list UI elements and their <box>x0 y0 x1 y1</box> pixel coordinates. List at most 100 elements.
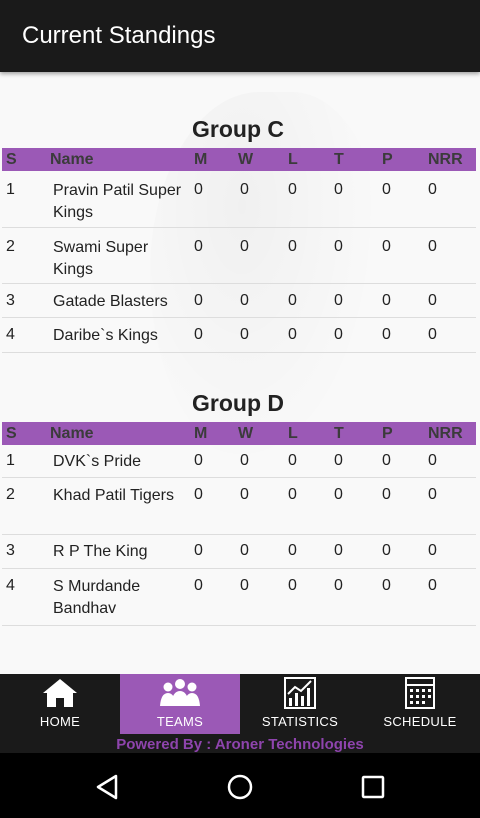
col-l: L <box>288 151 298 168</box>
group-title: Group D <box>192 390 284 416</box>
home-icon <box>43 679 77 707</box>
cell-nrr: 0 <box>428 577 437 594</box>
cell-w: 0 <box>240 452 249 469</box>
cell-t: 0 <box>334 577 343 594</box>
cell-m: 0 <box>194 181 203 198</box>
statistics-icon <box>284 677 316 709</box>
cell-l: 0 <box>288 577 297 594</box>
table-row[interactable]: 2 Khad Patil Tigers 0 0 0 0 0 0 <box>2 478 476 535</box>
cell-p: 0 <box>382 577 391 594</box>
table-row[interactable]: 4 Daribe`s Kings 0 0 0 0 0 0 <box>2 318 476 353</box>
col-nrr: NRR <box>428 151 463 168</box>
cell-nrr: 0 <box>428 542 437 559</box>
cell-w: 0 <box>240 181 249 198</box>
cell-m: 0 <box>194 577 203 594</box>
cell-w: 0 <box>240 577 249 594</box>
col-p: P <box>382 151 393 168</box>
cell-m: 0 <box>194 542 203 559</box>
cell-s: 2 <box>6 486 15 503</box>
tab-teams[interactable]: TEAMS <box>120 674 240 734</box>
cell-w: 0 <box>240 292 249 309</box>
col-p: P <box>382 425 393 442</box>
cell-nrr: 0 <box>428 238 437 255</box>
cell-l: 0 <box>288 181 297 198</box>
cell-nrr: 0 <box>428 326 437 343</box>
recents-icon[interactable] <box>353 767 393 807</box>
app-bar: Current Standings <box>0 0 480 72</box>
cell-name: DVK`s Pride <box>53 453 142 470</box>
col-w: W <box>238 151 254 168</box>
table-row[interactable]: 3 Gatade Blasters 0 0 0 0 0 0 <box>2 284 476 318</box>
table-row[interactable]: 1 Pravin Patil Super Kings 0 0 0 0 0 0 <box>2 171 476 228</box>
home-circle-icon[interactable] <box>220 767 260 807</box>
cell-m: 0 <box>194 292 203 309</box>
cell-p: 0 <box>382 292 391 309</box>
cell-name: Swami Super Kings <box>53 239 149 278</box>
cell-m: 0 <box>194 238 203 255</box>
cell-t: 0 <box>334 292 343 309</box>
back-icon[interactable] <box>87 767 127 807</box>
cell-m: 0 <box>194 326 203 343</box>
cell-p: 0 <box>382 326 391 343</box>
tab-teams-label: TEAMS <box>156 714 204 729</box>
tab-schedule-label: SCHEDULE <box>383 714 457 729</box>
cell-t: 0 <box>334 326 343 343</box>
cell-w: 0 <box>240 542 249 559</box>
cell-p: 0 <box>382 542 391 559</box>
group-title: Group C <box>192 116 284 142</box>
col-t: T <box>334 151 344 168</box>
cell-nrr: 0 <box>428 452 437 469</box>
cell-name: Gatade Blasters <box>53 293 168 310</box>
schedule-icon <box>405 677 435 709</box>
table-header: S Name M W L T P NRR <box>2 422 476 445</box>
col-s: S <box>6 151 17 168</box>
cell-l: 0 <box>288 542 297 559</box>
cell-nrr: 0 <box>428 486 437 503</box>
tab-schedule[interactable]: SCHEDULE <box>360 674 480 734</box>
cell-t: 0 <box>334 181 343 198</box>
system-nav-bar <box>0 753 480 818</box>
col-w: W <box>238 425 254 442</box>
tab-home-label: HOME <box>39 714 81 729</box>
table-row[interactable]: 1 DVK`s Pride 0 0 0 0 0 0 <box>2 445 476 478</box>
cell-p: 0 <box>382 452 391 469</box>
tab-home[interactable]: HOME <box>0 674 120 734</box>
cell-p: 0 <box>382 238 391 255</box>
page-title: Current Standings <box>22 22 216 49</box>
col-nrr: NRR <box>428 425 463 442</box>
col-name: Name <box>50 425 94 442</box>
tab-statistics[interactable]: STATISTICS <box>240 674 360 734</box>
tab-statistics-label: STATISTICS <box>261 714 339 729</box>
cell-s: 1 <box>6 181 15 198</box>
col-l: L <box>288 425 298 442</box>
cell-w: 0 <box>240 326 249 343</box>
cell-p: 0 <box>382 181 391 198</box>
cell-name: Daribe`s Kings <box>53 327 158 344</box>
table-row[interactable]: 4 S Murdande Bandhav 0 0 0 0 0 0 <box>2 569 476 626</box>
cell-name: S Murdande Bandhav <box>53 578 141 617</box>
col-t: T <box>334 425 344 442</box>
cell-w: 0 <box>240 238 249 255</box>
cell-s: 4 <box>6 577 15 594</box>
cell-l: 0 <box>288 486 297 503</box>
table-row[interactable]: 3 R P The King 0 0 0 0 0 0 <box>2 535 476 569</box>
standings-content[interactable]: Group C S Name M W L T P NRR 1 Pravin Pa… <box>0 72 480 674</box>
cell-s: 1 <box>6 452 15 469</box>
teams-icon <box>160 679 200 706</box>
cell-l: 0 <box>288 238 297 255</box>
table-row[interactable]: 2 Swami Super Kings 0 0 0 0 0 0 <box>2 228 476 284</box>
cell-t: 0 <box>334 486 343 503</box>
cell-t: 0 <box>334 238 343 255</box>
cell-name: Pravin Patil Super Kings <box>53 182 182 221</box>
bottom-tab-bar: HOME TEAMS STATISTICS SCHEDULE Powered B… <box>0 674 480 753</box>
cell-t: 0 <box>334 452 343 469</box>
col-s: S <box>6 425 17 442</box>
cell-name: Khad Patil Tigers <box>53 487 174 504</box>
powered-by-text: Powered By : Aroner Technologies <box>116 736 364 753</box>
cell-t: 0 <box>334 542 343 559</box>
table-header: S Name M W L T P NRR <box>2 148 476 171</box>
cell-w: 0 <box>240 486 249 503</box>
cell-name: R P The King <box>53 543 148 560</box>
cell-s: 2 <box>6 238 15 255</box>
cell-l: 0 <box>288 326 297 343</box>
